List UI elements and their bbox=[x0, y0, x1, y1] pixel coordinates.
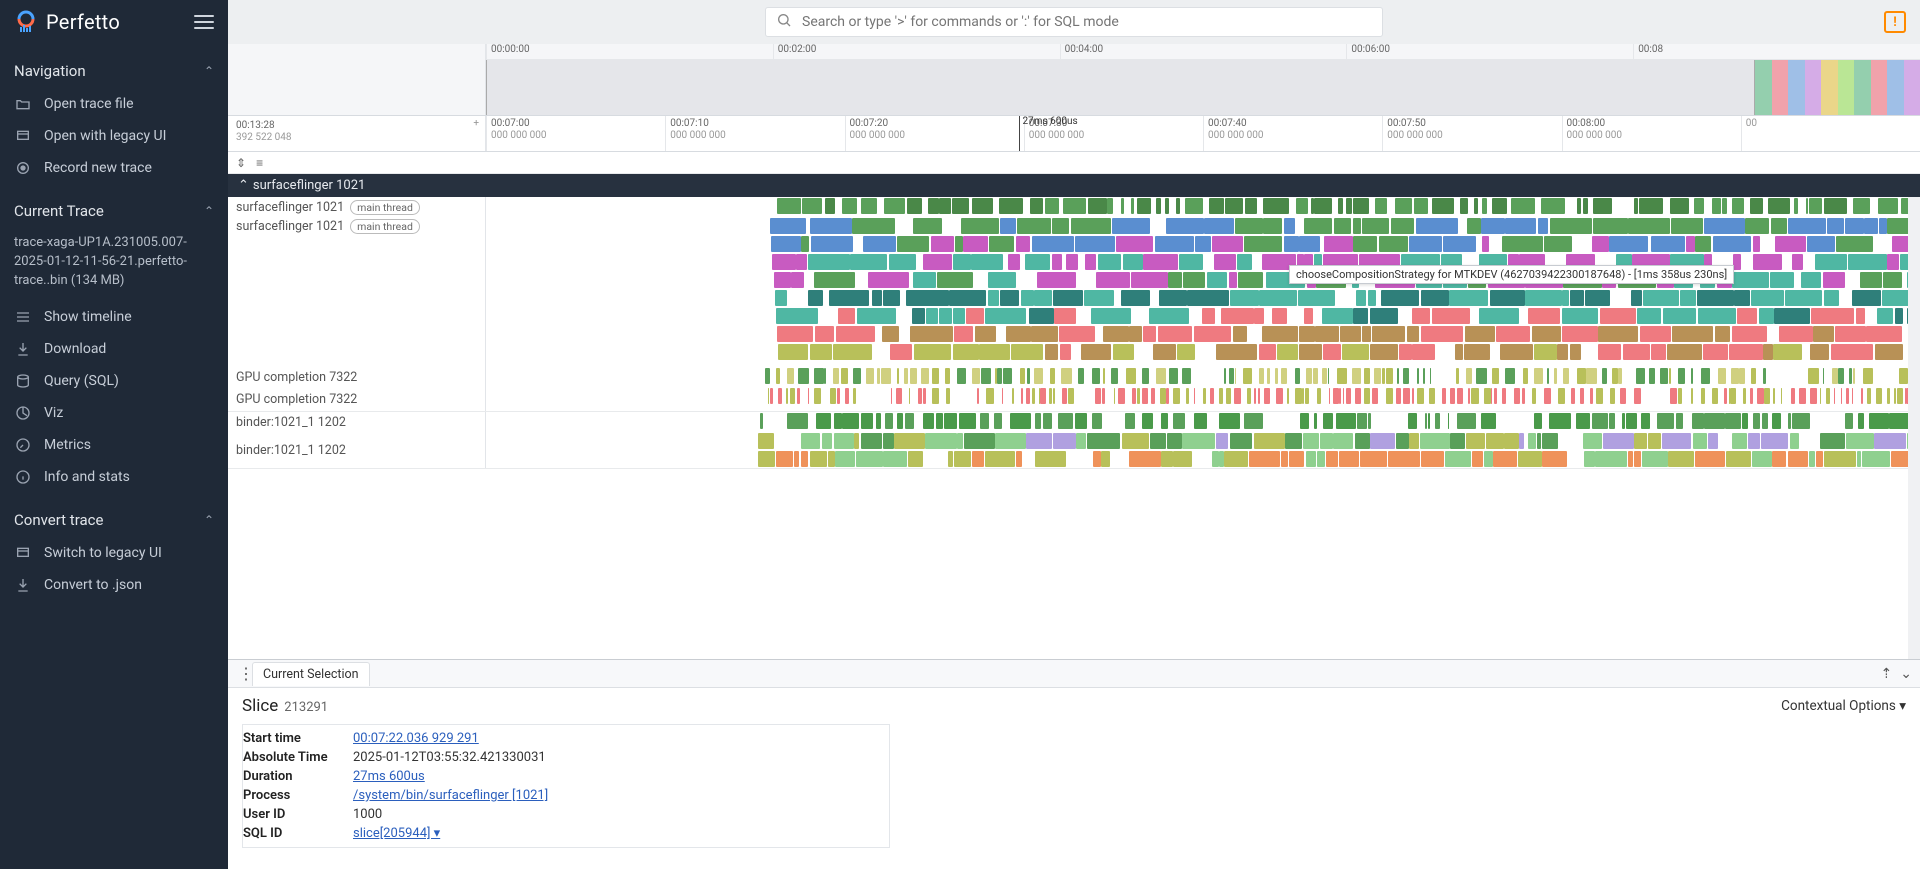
search-input[interactable] bbox=[802, 14, 1372, 30]
sidebar-item-info[interactable]: Info and stats bbox=[0, 461, 228, 493]
sidebar-item-record[interactable]: Record new trace bbox=[0, 152, 228, 184]
download-icon bbox=[14, 576, 32, 594]
track-sf-slices[interactable]: chooseCompositionStrategy for MTKDEV (46… bbox=[486, 217, 1920, 367]
collapse-horizontal-icon[interactable]: ≡ bbox=[256, 156, 263, 170]
contextual-options-dropdown[interactable]: Contextual Options ▾ bbox=[1781, 698, 1906, 714]
viz-icon bbox=[14, 404, 32, 422]
sidebar-item-switch-legacy[interactable]: Switch to legacy UI bbox=[0, 537, 228, 569]
ruler-plus-icon[interactable]: + bbox=[473, 118, 479, 130]
track-label-binder-sched[interactable]: binder:1021_1 1202 bbox=[228, 412, 486, 432]
chevron-up-icon: ⌃ bbox=[204, 513, 214, 527]
section-convert-label: Convert trace bbox=[14, 511, 103, 529]
info-icon bbox=[14, 468, 32, 486]
timeline-area[interactable]: surfaceflinger 1021 main thread surfacef… bbox=[228, 197, 1920, 659]
chevron-up-icon: ⌃ bbox=[204, 64, 214, 78]
sidebar: Perfetto Navigation ⌃ Open trace file Op… bbox=[0, 0, 228, 869]
sidebar-label: Open with legacy UI bbox=[44, 128, 166, 144]
process-header[interactable]: ⌃ surfaceflinger 1021 bbox=[228, 174, 1920, 197]
track-binder-slices[interactable] bbox=[486, 432, 1920, 468]
database-icon bbox=[14, 372, 32, 390]
ruler-ticks: 00:07:00000 000 00000:07:10000 000 00000… bbox=[486, 116, 1920, 151]
time-marker[interactable]: 27ms 600us bbox=[1019, 116, 1077, 151]
sidebar-label: Info and stats bbox=[44, 469, 130, 485]
collapse-controls: ⇕ ≡ bbox=[228, 152, 1920, 174]
overview-minimap bbox=[1755, 60, 1920, 115]
sidebar-label: Query (SQL) bbox=[44, 373, 119, 389]
sidebar-item-open-legacy[interactable]: Open with legacy UI bbox=[0, 120, 228, 152]
folder-open-icon bbox=[14, 95, 32, 113]
track-gpu-sched[interactable] bbox=[486, 367, 1920, 387]
sidebar-item-download[interactable]: Download bbox=[0, 333, 228, 365]
track-label-sf-slices[interactable]: surfaceflinger 1021 main thread bbox=[228, 217, 486, 367]
main-thread-pill: main thread bbox=[350, 219, 420, 234]
sidebar-label: Download bbox=[44, 341, 106, 357]
track-label-gpu-slices[interactable]: GPU completion 7322 bbox=[228, 387, 486, 411]
overview-viewport[interactable] bbox=[486, 60, 1755, 115]
vertical-scrollbar[interactable] bbox=[1908, 197, 1920, 659]
brand: Perfetto bbox=[14, 10, 120, 34]
ruler-origin: 00:13:28 392 522 048 + bbox=[228, 116, 486, 151]
section-navigation-label: Navigation bbox=[14, 62, 86, 80]
sidebar-label: Convert to .json bbox=[44, 577, 142, 593]
trace-filename: trace-xaga-UP1A.231005.007-2025-01-12-11… bbox=[0, 228, 228, 301]
section-current-trace[interactable]: Current Trace ⌃ bbox=[0, 184, 228, 228]
record-icon bbox=[14, 159, 32, 177]
slice-tooltip: chooseCompositionStrategy for MTKDEV (46… bbox=[1289, 265, 1734, 284]
track-label-binder-slices[interactable]: binder:1021_1 1202 bbox=[228, 432, 486, 468]
chevron-up-icon: ⌃ bbox=[204, 204, 214, 218]
sidebar-label: Viz bbox=[44, 405, 63, 421]
main-thread-pill: main thread bbox=[350, 200, 420, 215]
track-label-gpu-sched[interactable]: GPU completion 7322 bbox=[228, 367, 486, 387]
track-label-sf-sched[interactable]: surfaceflinger 1021 main thread bbox=[228, 197, 486, 217]
section-convert[interactable]: Convert trace ⌃ bbox=[0, 493, 228, 537]
process-name: surfaceflinger 1021 bbox=[253, 178, 365, 193]
details-table: Start time00:07:22.036 929 291Absolute T… bbox=[242, 724, 890, 848]
sidebar-item-metrics[interactable]: Metrics bbox=[0, 429, 228, 461]
timeline-icon bbox=[14, 308, 32, 326]
sidebar-label: Show timeline bbox=[44, 309, 132, 325]
sidebar-item-query[interactable]: Query (SQL) bbox=[0, 365, 228, 397]
sidebar-item-show-timeline[interactable]: Show timeline bbox=[0, 301, 228, 333]
collapse-vertical-icon[interactable]: ⇕ bbox=[236, 156, 246, 170]
details-menu-icon[interactable]: ⋮ bbox=[228, 664, 248, 683]
overview-timeline[interactable]: 00:00:0000:02:0000:04:0000:06:0000:08 bbox=[228, 44, 1920, 116]
legacy-ui-icon bbox=[14, 127, 32, 145]
search-box[interactable] bbox=[765, 7, 1383, 37]
overview-ticks: 00:00:0000:02:0000:04:0000:06:0000:08 bbox=[486, 44, 1920, 60]
panel-down-icon[interactable]: ⌄ bbox=[1900, 666, 1912, 682]
download-icon bbox=[14, 340, 32, 358]
sidebar-label: Open trace file bbox=[44, 96, 134, 112]
sidebar-item-convert-json[interactable]: Convert to .json bbox=[0, 569, 228, 601]
details-panel: ⋮ Current Selection ⇡ ⌄ Slice213291 Cont… bbox=[228, 659, 1920, 869]
topbar: ! bbox=[228, 0, 1920, 44]
section-navigation[interactable]: Navigation ⌃ bbox=[0, 44, 228, 88]
sidebar-item-viz[interactable]: Viz bbox=[0, 397, 228, 429]
sidebar-item-open-trace[interactable]: Open trace file bbox=[0, 88, 228, 120]
legacy-ui-icon bbox=[14, 544, 32, 562]
sidebar-label: Record new trace bbox=[44, 160, 152, 176]
section-current-trace-label: Current Trace bbox=[14, 202, 104, 220]
details-title: Slice213291 bbox=[242, 696, 328, 716]
warning-badge-icon[interactable]: ! bbox=[1884, 11, 1906, 33]
sidebar-label: Metrics bbox=[44, 437, 91, 453]
caret-down-icon: ▾ bbox=[1899, 698, 1906, 714]
sidebar-label: Switch to legacy UI bbox=[44, 545, 162, 561]
perfetto-logo-icon bbox=[14, 10, 38, 34]
track-binder-sched[interactable] bbox=[486, 412, 1920, 432]
track-sf-sched[interactable] bbox=[486, 197, 1920, 217]
brand-name: Perfetto bbox=[46, 10, 120, 34]
time-ruler[interactable]: 00:13:28 392 522 048 + 00:07:00000 000 0… bbox=[228, 116, 1920, 152]
track-gpu-slices[interactable] bbox=[486, 387, 1920, 411]
metrics-icon bbox=[14, 436, 32, 454]
menu-toggle-icon[interactable] bbox=[194, 15, 214, 29]
tab-current-selection[interactable]: Current Selection bbox=[252, 662, 370, 686]
panel-up-icon[interactable]: ⇡ bbox=[1881, 666, 1893, 682]
chevron-up-icon: ⌃ bbox=[238, 178, 249, 193]
main: ! 00:00:0000:02:0000:04:0000:06:0000:08 … bbox=[228, 0, 1920, 869]
search-icon bbox=[776, 12, 792, 32]
